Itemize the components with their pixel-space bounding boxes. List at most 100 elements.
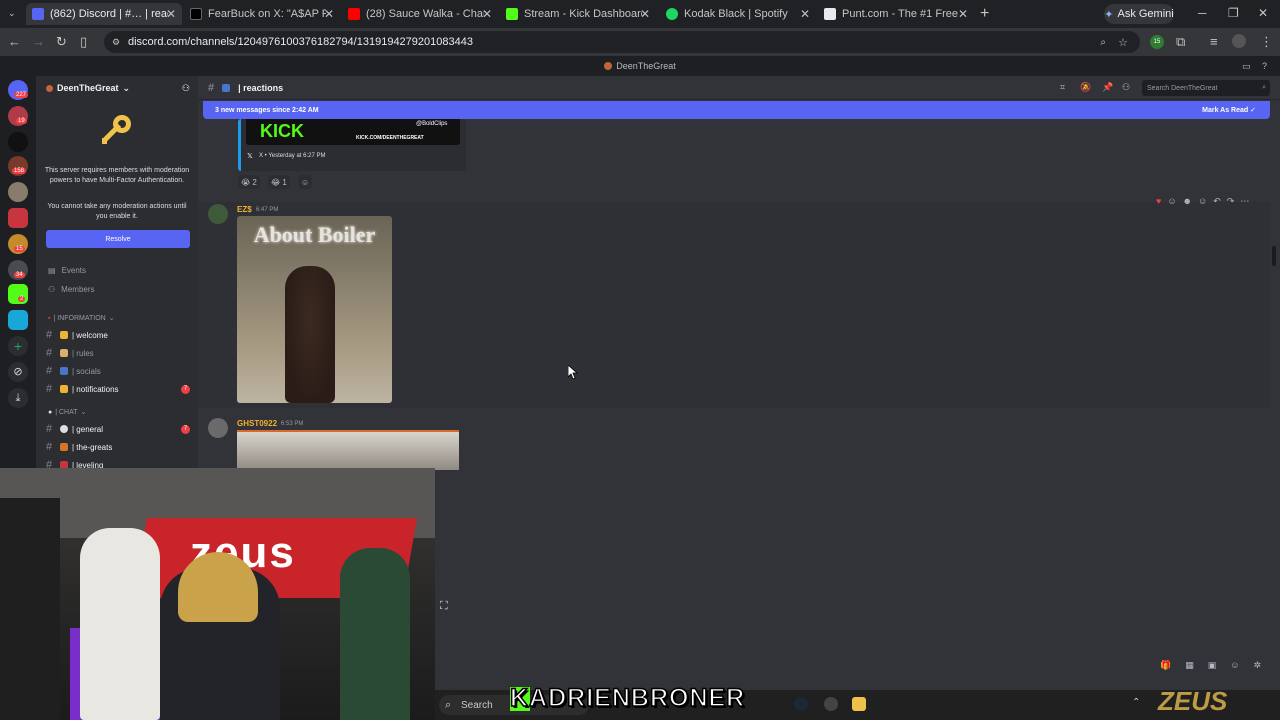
- new-messages-bar[interactable]: 3 new messages since 2:42 AM Mark As Rea…: [203, 101, 1270, 119]
- category-information[interactable]: ▪ | INFORMATION ⌄: [48, 314, 115, 323]
- minimize-icon[interactable]: ─: [1198, 6, 1207, 20]
- avatar[interactable]: [208, 418, 228, 438]
- extension-icon[interactable]: 15: [1150, 35, 1164, 49]
- search-input[interactable]: Search DeenTheGreat ⌕: [1142, 80, 1270, 96]
- gift-icon[interactable]: 🎁: [1160, 660, 1171, 671]
- close-icon[interactable]: ✕: [166, 7, 176, 21]
- close-window-icon[interactable]: ✕: [1258, 6, 1268, 20]
- channel-rules[interactable]: # | rules: [46, 345, 194, 361]
- close-icon[interactable]: ✕: [640, 7, 650, 21]
- app-icon[interactable]: [824, 697, 838, 711]
- download-icon[interactable]: ⤓: [8, 388, 28, 408]
- forward-icon[interactable]: →: [32, 34, 45, 49]
- apps-icon[interactable]: ✲: [1253, 660, 1261, 671]
- tab-discord[interactable]: (862) Discord | #… | reactions ✕: [26, 3, 182, 25]
- message-image[interactable]: [237, 430, 459, 470]
- mark-as-read-button[interactable]: Mark As Read ✓: [1202, 106, 1256, 114]
- bookmark-star-icon[interactable]: ☆: [1118, 36, 1128, 49]
- tab-kick[interactable]: Stream - Kick Dashboard ✕: [500, 3, 656, 25]
- site-info-icon[interactable]: ⚙: [112, 37, 120, 48]
- zoom-icon[interactable]: ⌕: [1100, 37, 1106, 48]
- x-logo-icon: 𝕏: [247, 153, 253, 160]
- server-header[interactable]: DeenTheGreat ⌄ ⚇: [36, 76, 198, 100]
- search-placeholder: Search DeenTheGreat: [1147, 84, 1218, 92]
- embed-thumbnail[interactable]: KICK @BoldClips KICK.COM/DEENTHEGREAT: [246, 119, 460, 145]
- server-icon[interactable]: [8, 208, 28, 228]
- add-server-icon[interactable]: +: [8, 336, 28, 356]
- fullscreen-icon[interactable]: ⛶: [440, 600, 448, 613]
- message-timestamp: 6:53 PM: [281, 421, 304, 427]
- tweet-embed[interactable]: KICK @BoldClips KICK.COM/DEENTHEGREAT X …: [238, 119, 466, 171]
- avatar[interactable]: [208, 204, 228, 224]
- file-explorer-icon[interactable]: [852, 697, 866, 711]
- help-icon[interactable]: ?: [1262, 61, 1267, 71]
- mention-badge: 7: [181, 384, 190, 394]
- reload-icon[interactable]: ↻: [56, 34, 67, 50]
- server-icon[interactable]: [8, 310, 28, 330]
- threads-icon[interactable]: ⌗: [1060, 82, 1065, 93]
- reply-icon[interactable]: ↶: [1213, 196, 1221, 210]
- sidepanel-icon[interactable]: ▯: [80, 34, 87, 50]
- maximize-icon[interactable]: ❐: [1228, 6, 1239, 20]
- unread-badge: 158: [12, 168, 27, 174]
- steam-icon[interactable]: [794, 697, 808, 711]
- back-icon[interactable]: ←: [8, 34, 21, 49]
- scrollbar-thumb[interactable]: [1272, 246, 1276, 266]
- close-icon[interactable]: ✕: [482, 7, 492, 21]
- category-chat[interactable]: ● | CHAT ⌄: [48, 408, 86, 417]
- channel-socials[interactable]: # | socials: [46, 363, 194, 379]
- more-options-icon[interactable]: ⋯: [1240, 196, 1249, 210]
- inbox-icon[interactable]: ▭: [1242, 61, 1251, 72]
- gif-icon[interactable]: ▦: [1185, 660, 1194, 671]
- server-status-dot: [46, 84, 53, 92]
- extension-badge: 15: [1153, 39, 1161, 45]
- tab-youtube[interactable]: (28) Sauce Walka - Change Up ✕: [342, 3, 498, 25]
- resolve-button[interactable]: Resolve: [46, 230, 190, 248]
- close-icon[interactable]: ✕: [958, 7, 968, 21]
- tab-search-icon[interactable]: ⌄: [8, 8, 16, 19]
- hash-icon: #: [46, 347, 53, 359]
- close-icon[interactable]: ✕: [800, 7, 810, 21]
- puzzle-icon[interactable]: ⧉: [1176, 34, 1185, 50]
- laugh-reaction-icon[interactable]: ☻: [1183, 196, 1192, 210]
- events-link[interactable]: ▤ Events: [48, 266, 86, 275]
- profile-avatar[interactable]: [1232, 34, 1246, 48]
- category-label: | CHAT: [55, 408, 78, 416]
- add-reaction-icon[interactable]: ☺: [1198, 196, 1207, 210]
- channel-welcome[interactable]: # | welcome: [46, 327, 194, 343]
- pin-icon[interactable]: 📌: [1102, 82, 1113, 93]
- message-author[interactable]: GHST0922: [237, 419, 277, 428]
- tray-chevron-icon[interactable]: ⌃: [1132, 697, 1146, 711]
- ask-gemini-button[interactable]: ✦ Ask Gemini: [1104, 4, 1174, 24]
- address-bar[interactable]: ⚙ discord.com/channels/12049761003761827…: [104, 31, 1140, 53]
- channel-general[interactable]: # | general 7: [46, 421, 194, 437]
- close-icon[interactable]: ✕: [324, 7, 334, 21]
- chat-input-icons: 🎁 ▦ ▣ ☺ ✲: [1160, 660, 1261, 671]
- reaction-laughing[interactable]: 😂 1: [268, 175, 290, 189]
- emoji-picker-icon[interactable]: ☺: [1230, 660, 1239, 671]
- smile-reaction-icon[interactable]: ☺: [1167, 196, 1176, 210]
- media-icon[interactable]: ≡: [1210, 34, 1218, 49]
- server-icon[interactable]: [8, 132, 28, 152]
- add-member-icon[interactable]: ⚇: [182, 83, 190, 94]
- channel-notifications[interactable]: # | notifications 7: [46, 381, 194, 397]
- heart-reaction-icon[interactable]: ♥: [1156, 196, 1161, 210]
- explore-icon[interactable]: ⊘: [8, 362, 28, 382]
- tab-title: Stream - Kick Dashboard: [524, 8, 642, 20]
- members-link[interactable]: ⚇ Members: [48, 285, 95, 294]
- channel-the-greats[interactable]: # | the-greats: [46, 439, 194, 455]
- message-image[interactable]: About Boiler: [237, 216, 392, 403]
- reaction-crying[interactable]: 😭 2: [238, 175, 260, 189]
- server-icon[interactable]: [8, 182, 28, 202]
- add-reaction-button[interactable]: ☺: [298, 175, 313, 189]
- tab-x-fearbuck[interactable]: FearBuck on X: "A$AP Rocky g… ✕: [184, 3, 340, 25]
- menu-icon[interactable]: ⋮: [1260, 34, 1273, 50]
- notification-bell-icon[interactable]: 🔕: [1080, 82, 1091, 93]
- forward-icon[interactable]: ↷: [1227, 196, 1235, 210]
- tab-spotify[interactable]: Kodak Black | Spotify ✕: [660, 3, 816, 25]
- sticker-icon[interactable]: ▣: [1208, 660, 1217, 671]
- new-tab-button[interactable]: +: [980, 5, 989, 23]
- message-author[interactable]: EZ$: [237, 205, 252, 214]
- member-list-icon[interactable]: ⚇: [1122, 82, 1130, 93]
- tab-punt[interactable]: Punt.com - The #1 Free to Play ✕: [818, 3, 974, 25]
